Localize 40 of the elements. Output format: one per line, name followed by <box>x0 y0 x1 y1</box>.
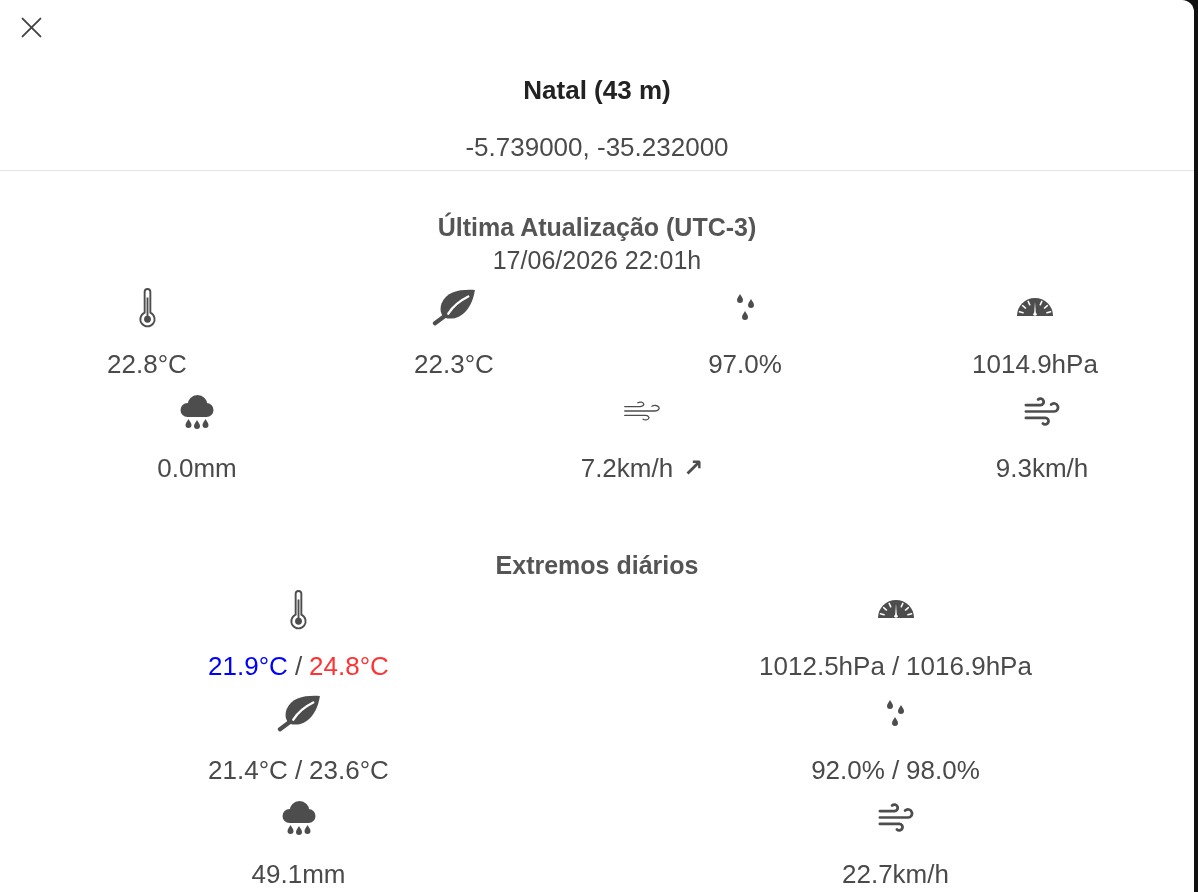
water-drops-icon <box>885 699 906 727</box>
leaf-icon <box>275 694 322 732</box>
maximum-value: 23.6°C <box>309 754 389 787</box>
reading-value: 22.3°C <box>414 348 494 381</box>
range-separator: / <box>891 754 900 787</box>
range-separator: / <box>294 650 303 683</box>
minimum-value: 21.9°C <box>208 650 288 683</box>
range-separator: / <box>294 754 303 787</box>
gauge-icon <box>1016 296 1054 318</box>
rain-cloud-icon <box>178 393 216 429</box>
reading-value: 1014.9hPa <box>972 348 1098 381</box>
maximum-value: 98.0% <box>906 754 980 787</box>
water-drops-icon <box>734 293 756 321</box>
reading-value: 7.2km/h <box>580 452 674 485</box>
minimum-value: 21.4°C <box>208 754 288 787</box>
section-heading: Extremos diários <box>495 550 699 581</box>
reading-value: 9.3km/h <box>995 452 1089 485</box>
wind-icon <box>877 802 914 832</box>
minimum-value: 92.0% <box>811 754 885 787</box>
section-heading: Última Atualização (UTC-3) <box>437 211 757 243</box>
gauge-icon <box>876 598 915 620</box>
wind-icon <box>1024 396 1060 426</box>
maximum-value: 24.8°C <box>309 650 389 683</box>
station-name: Natal (43 m) <box>523 74 671 107</box>
reading-value: 0.0mm <box>157 452 237 485</box>
maximum-value: 1016.9hPa <box>906 650 1032 683</box>
reading-value: 22.7km/h <box>842 858 949 891</box>
thermometer-icon <box>289 587 308 631</box>
station-coordinates: -5.739000, -35.232000 <box>465 131 729 164</box>
leaf-icon <box>431 288 477 326</box>
reading-value: 49.1mm <box>251 858 346 891</box>
thermometer-icon <box>137 285 157 329</box>
wind-direction-arrow: ↗ <box>683 454 704 482</box>
close-icon <box>20 16 42 38</box>
wind-icon <box>623 401 661 421</box>
reading-value: 97.0% <box>708 348 782 381</box>
minimum-value: 1012.5hPa <box>759 650 885 683</box>
reading-value: 22.8°C <box>107 348 187 381</box>
range-separator: / <box>891 650 900 683</box>
update-timestamp: 17/06/2026 22:01h <box>492 245 702 276</box>
